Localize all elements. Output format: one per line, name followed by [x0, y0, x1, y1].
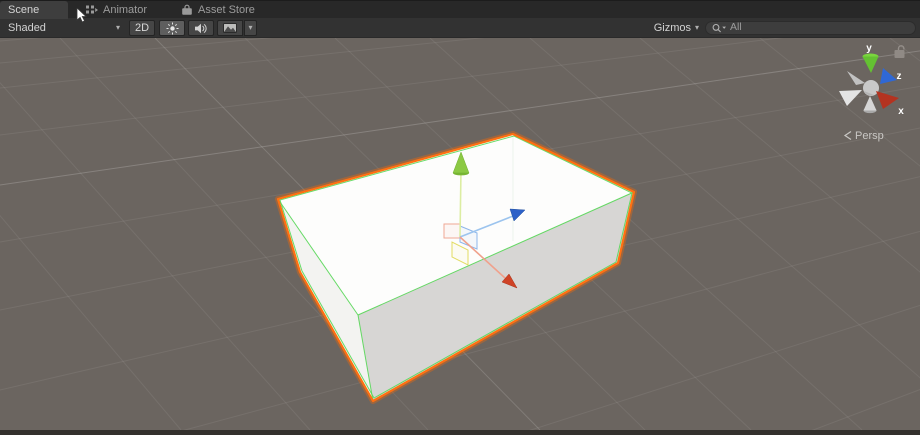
- axis-label-z[interactable]: z: [897, 71, 902, 82]
- effects-button[interactable]: [217, 20, 243, 36]
- scene-search-field[interactable]: All: [705, 21, 916, 35]
- image-icon: [223, 23, 237, 33]
- chevron-down-icon: ▾: [695, 24, 699, 32]
- toggle-2d-button[interactable]: 2D: [129, 20, 155, 36]
- tab-asset-store-label: Asset Store: [198, 4, 255, 16]
- gizmos-dropdown[interactable]: Gizmos ▾: [648, 20, 705, 36]
- shading-mode-dropdown[interactable]: Shaded ▾: [0, 20, 126, 36]
- magnifier-icon: [712, 23, 727, 33]
- unity-scene-view-panel: Scene Animator Asset Store: [0, 0, 920, 435]
- tab-bar: Scene Animator Asset Store: [0, 0, 920, 18]
- shopping-bag-icon: [181, 4, 193, 16]
- sun-icon: [166, 22, 179, 35]
- effects-dropdown-button[interactable]: ▾: [244, 20, 257, 36]
- mouse-cursor: [76, 8, 88, 24]
- chevron-down-icon: ▾: [116, 24, 120, 32]
- x-axis-cone[interactable]: [876, 91, 899, 109]
- z-axis-cone[interactable]: [880, 68, 897, 84]
- orientation-gizmo[interactable]: y z x: [839, 43, 904, 117]
- plane-handle-xy[interactable]: [444, 224, 460, 238]
- gizmos-label: Gizmos: [654, 22, 691, 34]
- axis-label-y[interactable]: y: [866, 43, 872, 54]
- shading-mode-label: Shaded: [8, 22, 46, 34]
- y-axis-cone[interactable]: [863, 57, 879, 74]
- chevron-down-icon: ▾: [248, 24, 252, 32]
- tab-scene[interactable]: Scene: [0, 1, 68, 19]
- persp-chevron-icon: [845, 132, 851, 140]
- tab-scene-label: Scene: [8, 4, 39, 16]
- persp-label[interactable]: Persp: [855, 130, 884, 142]
- speaker-icon: [195, 23, 207, 34]
- audio-toggle-button[interactable]: [188, 20, 214, 36]
- neg-x-cone[interactable]: [847, 71, 865, 85]
- bottom-panel-edge: [0, 430, 920, 435]
- scene-lighting-button[interactable]: [159, 20, 185, 36]
- search-filter-chevron-icon: [722, 26, 726, 28]
- scene-toolbar: Shaded ▾ 2D: [0, 18, 920, 38]
- search-value: All: [730, 22, 742, 33]
- scene-canvas[interactable]: y z x Persp: [0, 38, 920, 430]
- neg-y-cone[interactable]: [864, 96, 877, 111]
- tab-animator[interactable]: Animator: [86, 1, 147, 19]
- tab-animator-label: Animator: [103, 4, 147, 16]
- projection-toggle[interactable]: Persp: [845, 130, 884, 142]
- gizmo-hub[interactable]: [863, 80, 879, 96]
- axis-label-x[interactable]: x: [898, 106, 904, 117]
- y-axis-shaft[interactable]: [460, 169, 461, 237]
- scene-viewport[interactable]: y z x Persp: [0, 38, 920, 430]
- tab-asset-store[interactable]: Asset Store: [181, 1, 255, 19]
